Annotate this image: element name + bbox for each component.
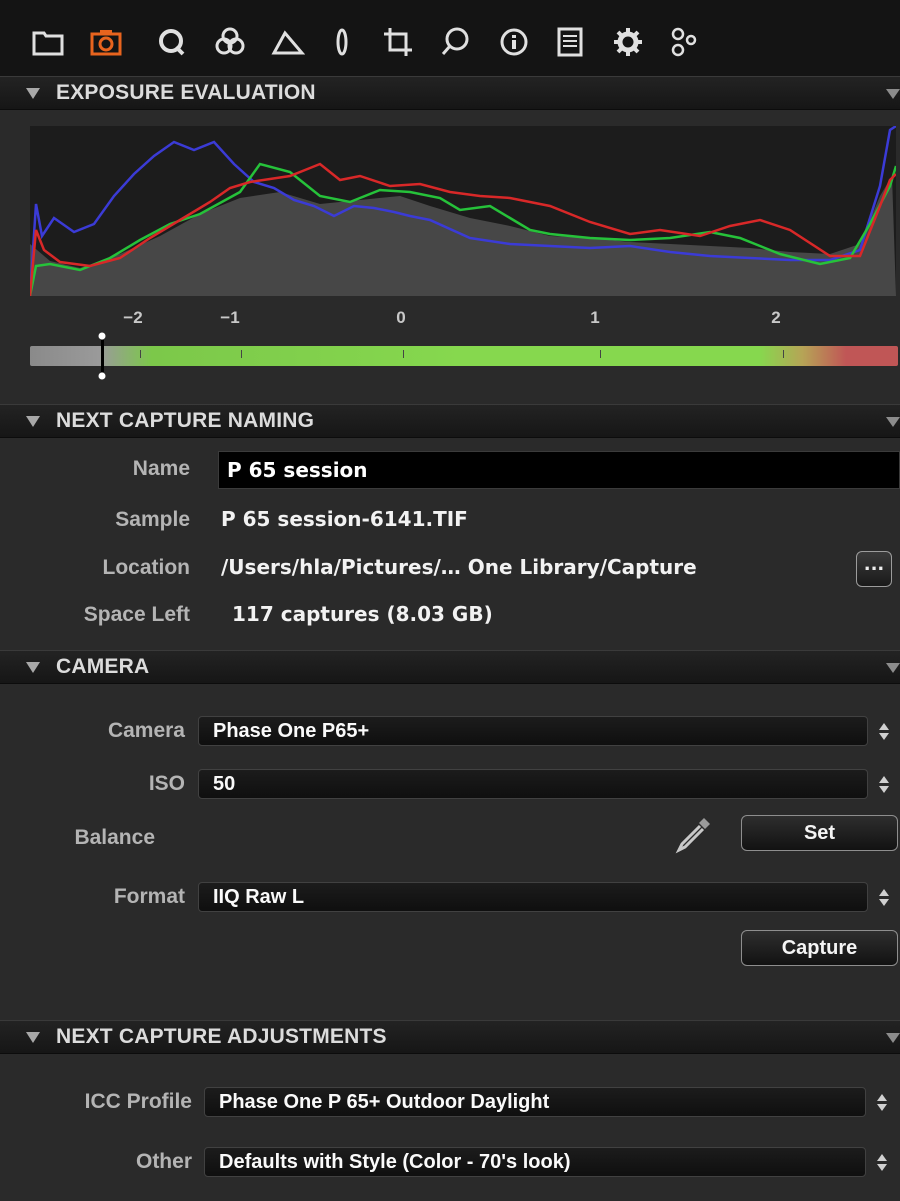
sample-value: P 65 session-6141.TIF [221,507,468,531]
location-label: Location [102,556,191,579]
local-adjust-icon [441,27,469,55]
quick-icon [159,29,185,56]
up-arrow-icon [879,722,889,730]
exposure-section-header[interactable]: EXPOSURE EVALUATION [0,76,900,110]
collapse-triangle-icon [26,1031,40,1043]
batch-icon [671,27,697,57]
ev-tick [241,350,242,358]
choose-location-button[interactable]: ... [856,551,892,587]
ev-tick [783,350,784,358]
crop-tab[interactable] [378,22,418,62]
space-left-value: 117 captures (8.03 GB) [232,602,493,626]
naming-section-header[interactable]: NEXT CAPTURE NAMING [0,404,900,438]
iso-select[interactable]: 50 [198,769,868,799]
panel-menu-icon[interactable] [886,89,900,99]
output-icon [557,27,583,57]
ev-tick [403,350,404,358]
balance-label: Balance [74,826,155,849]
scale-label: 0 [396,308,406,327]
color-icon [215,27,245,55]
info-tab[interactable] [494,22,534,62]
exposure-range-bar [30,346,898,366]
format-select-stepper[interactable] [872,882,896,912]
format-label: Format [113,885,185,908]
lens-icon [336,28,348,56]
camera-section-header[interactable]: CAMERA [0,650,900,684]
other-select-stepper[interactable] [870,1147,894,1177]
collapse-triangle-icon [26,87,40,99]
sample-label: Sample [115,508,190,531]
scale-label: 1 [590,308,600,327]
icc-profile-select[interactable]: Phase One P 65+ Outdoor Daylight [204,1087,866,1117]
name-input[interactable]: P 65 session [218,451,900,489]
folder-icon [32,31,64,56]
set-balance-button[interactable]: Set [741,815,898,851]
eyedropper-icon[interactable] [674,814,714,854]
adjustments-section-header[interactable]: NEXT CAPTURE ADJUSTMENTS [0,1020,900,1054]
settings-tab[interactable] [608,22,648,62]
iso-select-stepper[interactable] [872,769,896,799]
space-left-label: Space Left [83,603,190,626]
camera-select[interactable]: Phase One P65+ [198,716,868,746]
scale-label: −2 [123,308,143,327]
panel-menu-icon[interactable] [886,663,900,673]
capture-tab[interactable] [86,22,126,62]
batch-tab[interactable] [664,22,704,62]
scale-label: −1 [220,308,240,327]
collapse-triangle-icon [26,661,40,673]
crop-icon [384,28,412,56]
quick-tab[interactable] [152,22,192,62]
up-arrow-icon [877,1093,887,1101]
histogram [28,124,898,297]
down-arrow-icon [877,1163,887,1171]
other-label: Other [135,1150,192,1173]
down-arrow-icon [877,1103,887,1111]
exposure-marker-handle[interactable] [96,332,110,380]
name-label: Name [132,457,190,480]
icc-profile-stepper[interactable] [870,1087,894,1117]
other-select[interactable]: Defaults with Style (Color - 70's look) [204,1147,866,1177]
format-select[interactable]: IIQ Raw L [198,882,868,912]
adjustments-panel [0,1054,900,1201]
ev-tick [140,350,141,358]
section-title: NEXT CAPTURE ADJUSTMENTS [56,1025,387,1048]
lens-tab[interactable] [322,22,362,62]
exposure-icon [271,30,305,55]
capture-button[interactable]: Capture [741,930,898,966]
down-arrow-icon [879,785,889,793]
tool-tabs-bar [0,0,900,76]
down-arrow-icon [879,898,889,906]
info-icon [500,28,528,56]
panel-menu-icon[interactable] [886,1033,900,1043]
local-adjust-tab[interactable] [436,22,476,62]
camera-select-stepper[interactable] [872,716,896,746]
panel-menu-icon[interactable] [886,417,900,427]
exposure-tab[interactable] [268,22,308,62]
scale-label: 2 [771,308,781,327]
collapse-triangle-icon [26,415,40,427]
ev-tick [600,350,601,358]
location-value: /Users/hla/Pictures/… One Library/Captur… [221,555,697,579]
output-tab[interactable] [550,22,590,62]
color-tab[interactable] [210,22,250,62]
iso-label: ISO [148,772,185,795]
up-arrow-icon [877,1153,887,1161]
up-arrow-icon [879,775,889,783]
down-arrow-icon [879,732,889,740]
section-title: EXPOSURE EVALUATION [56,81,316,104]
icc-profile-label: ICC Profile [84,1090,192,1113]
camera-label: Camera [107,719,185,742]
gear-icon [614,28,642,56]
section-title: NEXT CAPTURE NAMING [56,409,315,432]
up-arrow-icon [879,888,889,896]
section-title: CAMERA [56,655,150,678]
folder-tab[interactable] [28,22,68,62]
histogram-plot [28,124,898,297]
camera-icon [90,30,122,56]
